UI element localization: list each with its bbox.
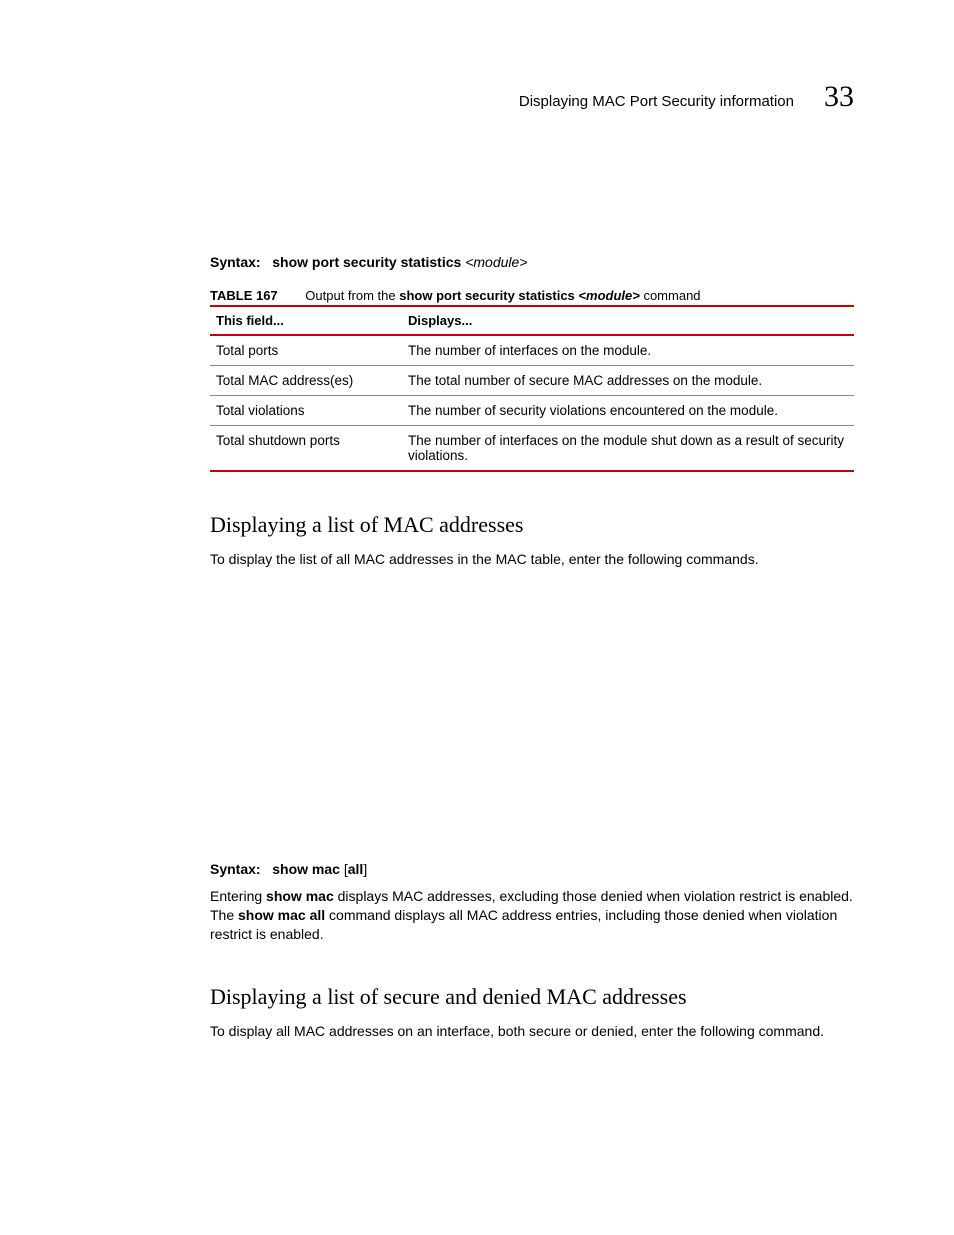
section-body-2: To display all MAC addresses on an inter… <box>210 1022 854 1041</box>
table-caption: TABLE 167 Output from the show port secu… <box>210 288 854 303</box>
table-cell-field: Total violations <box>210 396 402 426</box>
table-cell-field: Total ports <box>210 335 402 366</box>
caption-text-post: command <box>640 288 701 303</box>
syntax-command: show mac <box>272 861 344 877</box>
section-heading-secure-denied: Displaying a list of secure and denied M… <box>210 984 854 1010</box>
syntax-label: Syntax: <box>210 861 261 877</box>
caption-text-pre: Output from the <box>305 288 399 303</box>
table-row: Total ports The number of interfaces on … <box>210 335 854 366</box>
syntax-option: all <box>348 861 364 877</box>
content-area: Syntax: show port security statistics <m… <box>210 254 854 1040</box>
table-head-displays: Displays... <box>402 306 854 335</box>
syntax-label: Syntax: <box>210 254 261 270</box>
table-cell-desc: The number of interfaces on the module. <box>402 335 854 366</box>
table-row: Total shutdown ports The number of inter… <box>210 426 854 472</box>
syntax-command: show port security statistics <box>272 254 461 270</box>
command-text: show mac all <box>238 907 325 923</box>
page: Displaying MAC Port Security information… <box>0 0 954 1152</box>
table-cell-field: Total shutdown ports <box>210 426 402 472</box>
table-row: Total violations The number of security … <box>210 396 854 426</box>
running-header-chapter: 33 <box>824 80 854 114</box>
syntax-bracket: ] <box>363 861 367 877</box>
syntax-line-1: Syntax: show port security statistics <m… <box>210 254 854 270</box>
table-label: TABLE 167 <box>210 288 278 303</box>
section-heading-mac-list: Displaying a list of MAC addresses <box>210 512 854 538</box>
table-cell-desc: The number of security violations encoun… <box>402 396 854 426</box>
table-cell-desc: The number of interfaces on the module s… <box>402 426 854 472</box>
placeholder-gap <box>210 581 854 861</box>
caption-command: show port security statistics <box>399 288 575 303</box>
table-cell-desc: The total number of secure MAC addresses… <box>402 366 854 396</box>
show-mac-description: Entering show mac displays MAC addresses… <box>210 887 854 944</box>
command-text: show mac <box>266 888 334 904</box>
table-header-row: This field... Displays... <box>210 306 854 335</box>
syntax-line-2: Syntax: show mac [all] <box>210 861 854 877</box>
table-167: This field... Displays... Total ports Th… <box>210 305 854 472</box>
section-body-1: To display the list of all MAC addresses… <box>210 550 854 569</box>
text: Entering <box>210 888 266 904</box>
running-header-title: Displaying MAC Port Security information <box>519 93 794 110</box>
caption-argument: <module> <box>578 288 639 303</box>
syntax-argument: <module> <box>465 254 527 270</box>
table-cell-field: Total MAC address(es) <box>210 366 402 396</box>
table-head-field: This field... <box>210 306 402 335</box>
running-header: Displaying MAC Port Security information… <box>100 80 854 114</box>
table-row: Total MAC address(es) The total number o… <box>210 366 854 396</box>
